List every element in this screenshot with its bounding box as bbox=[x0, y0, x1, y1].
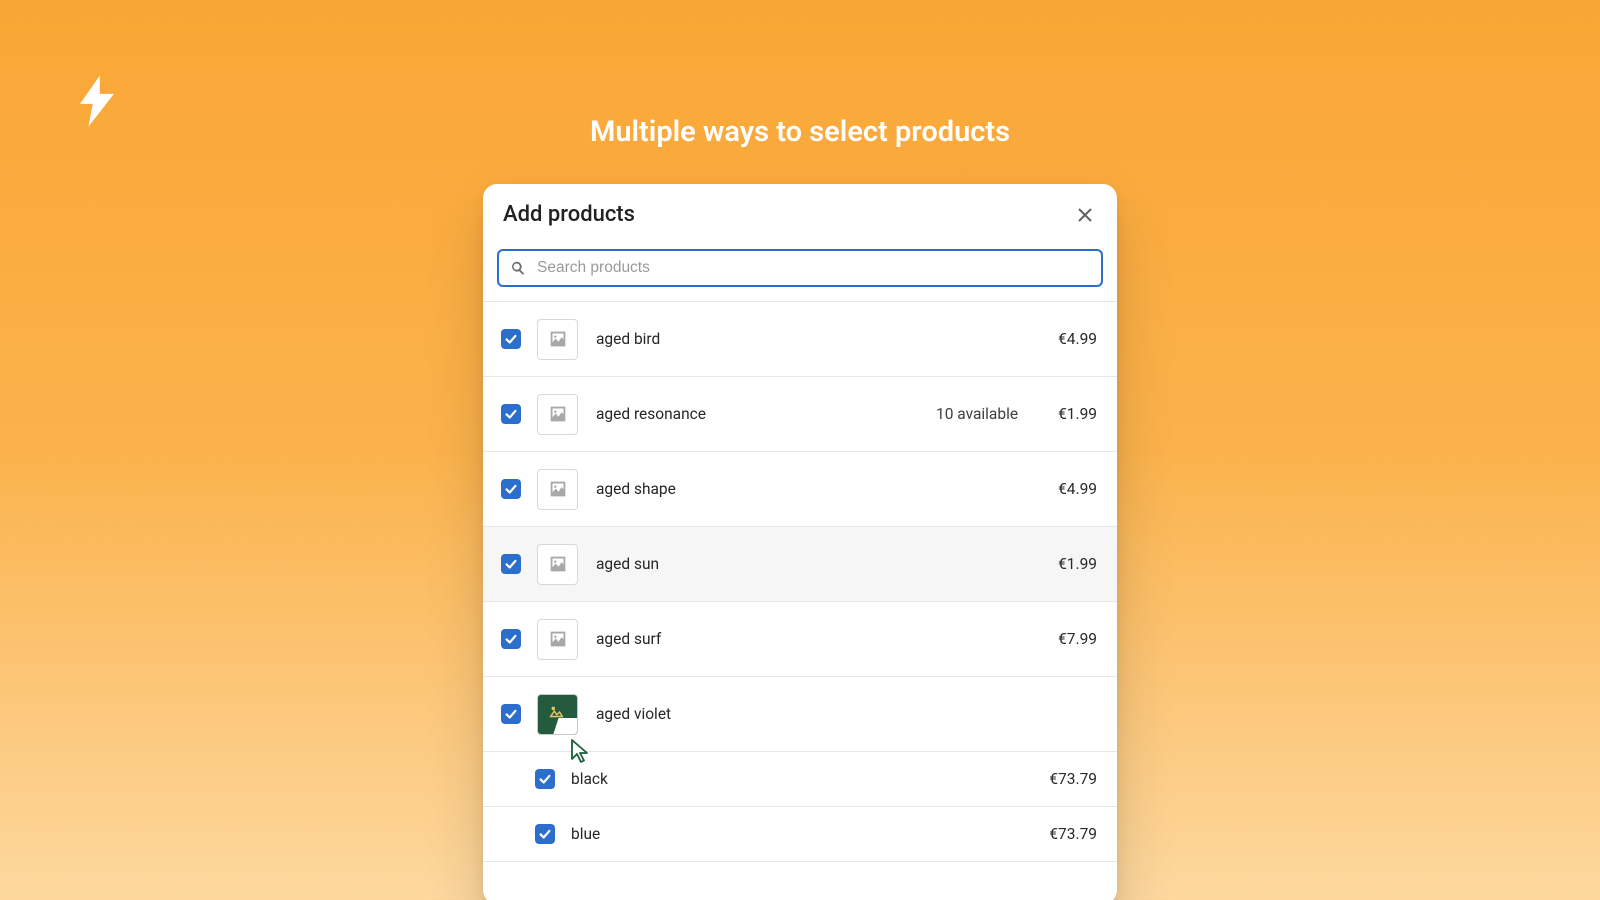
close-button[interactable] bbox=[1073, 203, 1097, 227]
product-checkbox[interactable] bbox=[501, 329, 521, 349]
product-name: aged surf bbox=[596, 630, 1058, 648]
modal-title: Add products bbox=[503, 202, 635, 227]
product-row[interactable]: aged resonance10 available €1.99 bbox=[483, 377, 1117, 452]
product-row[interactable]: aged surf€7.99 bbox=[483, 602, 1117, 677]
product-price: €7.99 bbox=[1058, 630, 1097, 648]
checkmark-icon bbox=[504, 407, 518, 421]
product-availability: 10 available bbox=[936, 405, 1018, 423]
product-row[interactable]: aged bird€4.99 bbox=[483, 302, 1117, 377]
variant-name: black bbox=[571, 770, 1049, 788]
variant-price: €73.79 bbox=[1049, 825, 1097, 843]
modal-header: Add products bbox=[483, 184, 1117, 245]
product-thumbnail bbox=[537, 694, 578, 735]
product-thumbnail bbox=[537, 469, 578, 510]
variant-row[interactable]: black€73.79 bbox=[483, 752, 1117, 807]
product-name: aged bird bbox=[596, 330, 1058, 348]
product-price: €1.99 bbox=[1058, 555, 1097, 573]
product-thumbnail bbox=[537, 394, 578, 435]
add-products-modal: Add products aged bird€4.99 aged resonan… bbox=[483, 184, 1117, 900]
product-row[interactable]: aged shape€4.99 bbox=[483, 452, 1117, 527]
product-checkbox[interactable] bbox=[501, 629, 521, 649]
product-thumbnail bbox=[537, 319, 578, 360]
image-placeholder-icon bbox=[547, 403, 569, 425]
product-row[interactable]: aged sun€1.99 bbox=[483, 527, 1117, 602]
product-name: aged shape bbox=[596, 480, 1058, 498]
checkmark-icon bbox=[504, 557, 518, 571]
image-icon bbox=[547, 703, 565, 721]
product-name: aged resonance bbox=[596, 405, 936, 423]
variant-row[interactable]: blue€73.79 bbox=[483, 807, 1117, 862]
variant-name: blue bbox=[571, 825, 1049, 843]
page-headline: Multiple ways to select products bbox=[590, 115, 1010, 149]
search-box[interactable] bbox=[497, 249, 1103, 287]
checkmark-icon bbox=[538, 772, 552, 786]
checkmark-icon bbox=[504, 332, 518, 346]
checkmark-icon bbox=[504, 482, 518, 496]
search-area bbox=[483, 245, 1117, 302]
image-placeholder-icon bbox=[547, 553, 569, 575]
product-thumbnail bbox=[537, 619, 578, 660]
close-icon bbox=[1075, 205, 1095, 225]
image-placeholder-icon bbox=[547, 628, 569, 650]
image-placeholder-icon bbox=[547, 478, 569, 500]
product-price: €1.99 bbox=[1058, 405, 1097, 423]
variant-price: €73.79 bbox=[1049, 770, 1097, 788]
checkmark-icon bbox=[504, 707, 518, 721]
product-checkbox[interactable] bbox=[501, 554, 521, 574]
checkmark-icon bbox=[504, 632, 518, 646]
product-name: aged sun bbox=[596, 555, 1058, 573]
product-thumbnail bbox=[537, 544, 578, 585]
image-placeholder-icon bbox=[547, 328, 569, 350]
bolt-logo bbox=[80, 75, 114, 131]
product-list: aged bird€4.99 aged resonance10 availabl… bbox=[483, 302, 1117, 900]
product-checkbox[interactable] bbox=[535, 769, 555, 789]
product-price: €4.99 bbox=[1058, 480, 1097, 498]
product-checkbox[interactable] bbox=[501, 404, 521, 424]
checkmark-icon bbox=[538, 827, 552, 841]
search-icon bbox=[509, 259, 527, 277]
product-checkbox[interactable] bbox=[501, 479, 521, 499]
product-row[interactable]: aged violet bbox=[483, 677, 1117, 752]
product-name: aged violet bbox=[596, 705, 1097, 723]
product-checkbox[interactable] bbox=[535, 824, 555, 844]
product-price: €4.99 bbox=[1058, 330, 1097, 348]
search-input[interactable] bbox=[537, 259, 1091, 277]
product-checkbox[interactable] bbox=[501, 704, 521, 724]
